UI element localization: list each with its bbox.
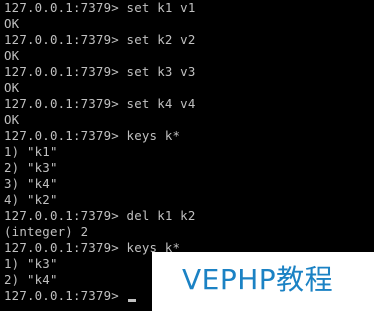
terminal-line-set-k2: 127.0.0.1:7379> set k2 v2 [4, 32, 196, 47]
terminal-line-del: 127.0.0.1:7379> del k1 k2 [4, 208, 196, 223]
terminal-line-result: 3) "k4" [4, 176, 58, 191]
watermark-box: VEPHP教程 [152, 252, 374, 311]
terminal-line-set-k4: 127.0.0.1:7379> set k4 v4 [4, 96, 196, 111]
terminal-line-set-k3: 127.0.0.1:7379> set k3 v3 [4, 64, 196, 79]
terminal-prompt-line[interactable]: 127.0.0.1:7379> [4, 288, 136, 304]
terminal-line-ok: OK [4, 16, 20, 31]
terminal-line-result: 4) "k2" [4, 192, 58, 207]
terminal-line-result: 2) "k4" [4, 272, 58, 287]
terminal-line-keys: 127.0.0.1:7379> keys k* [4, 128, 181, 143]
terminal-line-result: 1) "k1" [4, 144, 58, 159]
watermark-logo: VEPHP教程 [182, 263, 334, 296]
terminal-line-ok: OK [4, 48, 20, 63]
terminal-line-set-k1: 127.0.0.1:7379> set k1 v1 [4, 0, 196, 15]
text-cursor [127, 299, 136, 302]
terminal-line-ok: OK [4, 112, 20, 127]
terminal-line-integer: (integer) 2 [4, 224, 89, 239]
terminal-line-ok: OK [4, 80, 20, 95]
terminal-prompt: 127.0.0.1:7379> [4, 288, 127, 303]
terminal-line-result: 1) "k3" [4, 256, 58, 271]
terminal-line-result: 2) "k3" [4, 160, 58, 175]
